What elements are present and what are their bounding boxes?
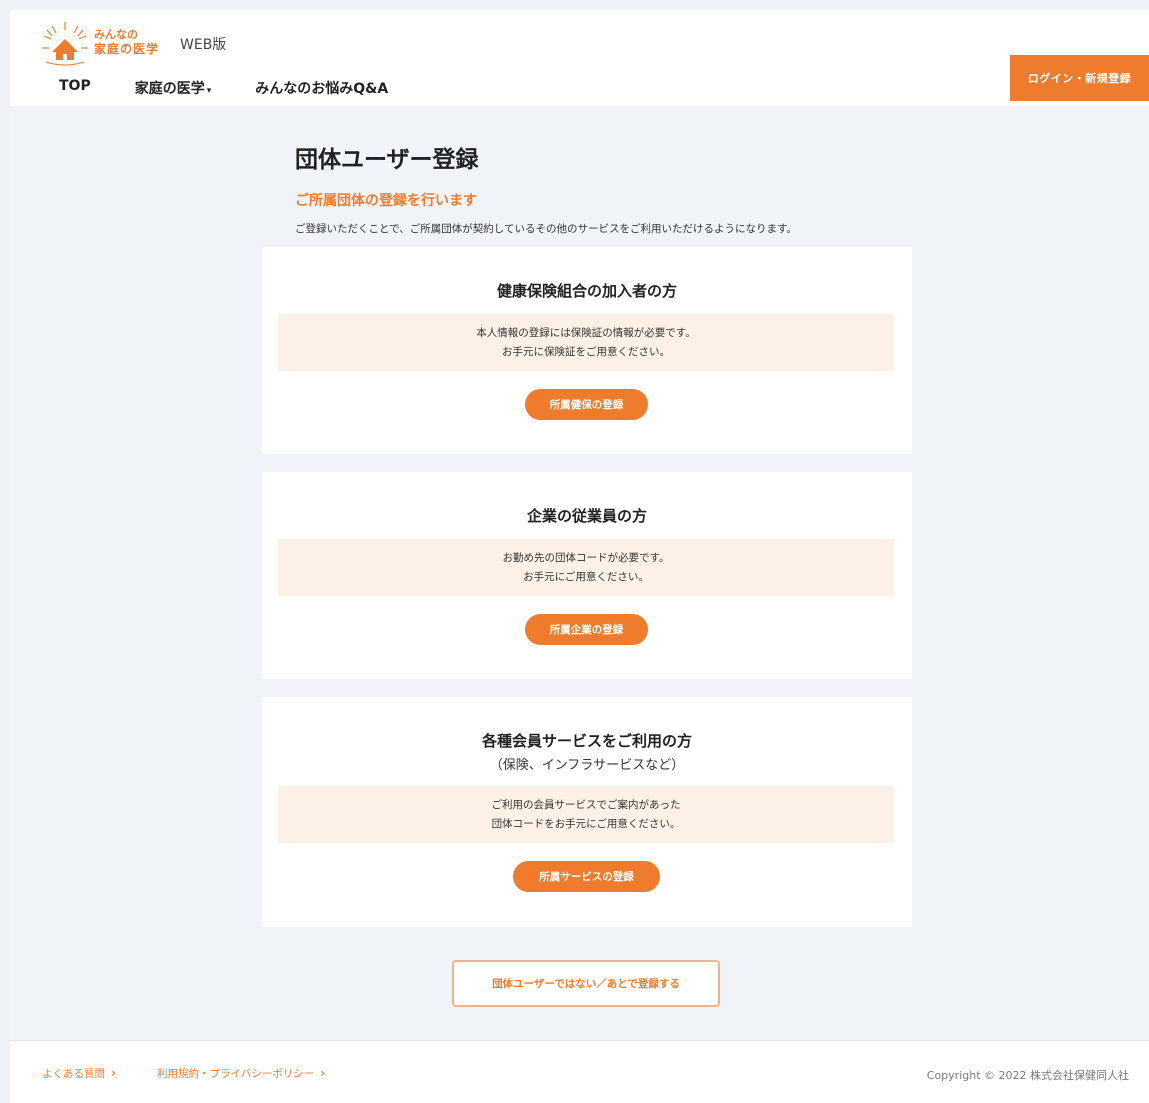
note-line: 本人情報の登録には保険証の情報が必要です。 <box>476 326 696 339</box>
faq-link[interactable]: よくある質問 › <box>42 1066 116 1081</box>
card-health-insurance: 健康保険組合の加入者の方 本人情報の登録には保険証の情報が必要です。 お手元に保… <box>262 247 912 454</box>
nav-item-label: 家庭の医学 <box>134 81 205 97</box>
main-nav: TOP 家庭の医学 ▾ みんなのお悩みQ&A <box>59 78 432 98</box>
note-line: お手元に保険証をご用意ください。 <box>502 345 670 358</box>
site-footer: よくある質問 › 利用規約・プライバシーポリシー › Copyright © 202… <box>10 1040 1149 1103</box>
register-health-insurance-button[interactable]: 所属健保の登録 <box>525 389 648 420</box>
terms-link-label: 利用規約・プライバシーポリシー <box>157 1068 315 1080</box>
dropdown-caret-icon: ▾ <box>206 86 212 96</box>
register-company-button[interactable]: 所属企業の登録 <box>525 614 648 645</box>
card-member-service: 各種会員サービスをご利用の方 （保険、インフラサービスなど） ご利用の会員サービ… <box>262 697 912 927</box>
register-service-button[interactable]: 所属サービスの登録 <box>513 861 660 892</box>
logo-line-1: みんなの <box>94 28 138 41</box>
card-title: 企業の従業員の方 <box>526 507 647 525</box>
card-company-employee: 企業の従業員の方 お勤め先の団体コードが必要です。 お手元にご用意ください。 所… <box>262 472 912 679</box>
card-subtitle: （保険、インフラサービスなど） <box>489 758 685 773</box>
nav-item-label: TOP <box>59 78 91 94</box>
logo-wordmark: みんなの 家庭の医学 <box>94 28 159 56</box>
terms-privacy-link[interactable]: 利用規約・プライバシーポリシー › <box>157 1066 325 1081</box>
nav-item-family-medicine[interactable]: 家庭の医学 ▾ <box>135 78 212 98</box>
nav-item-qa[interactable]: みんなのお悩みQ&A <box>255 78 388 98</box>
page: みんなの 家庭の医学 WEB版 TOP 家庭の医学 ▾ みんなのお悩みQ&A ログ… <box>10 10 1149 1103</box>
card-title: 健康保険組合の加入者の方 <box>496 282 677 300</box>
note-line: 団体コードをお手元にご用意ください。 <box>491 817 681 830</box>
copyright-text: Copyright © 2022 株式会社保健同人社 <box>926 1069 1129 1082</box>
register-later-button[interactable]: 団体ユーザーではない／あとで登録する <box>452 960 720 1007</box>
chevron-right-icon: › <box>320 1066 326 1080</box>
nav-item-label: みんなのお悩みQ&A <box>255 81 389 97</box>
site-header: みんなの 家庭の医学 WEB版 TOP 家庭の医学 ▾ みんなのお悩みQ&A ログ… <box>10 10 1149 106</box>
note-line: お手元にご用意ください。 <box>523 570 649 583</box>
chevron-right-icon: › <box>111 1066 116 1080</box>
note-line: お勤め先の団体コードが必要です。 <box>502 551 670 564</box>
lead-text: ご登録いただくことで、ご所属団体が契約しているその他のサービスをご利用いただける… <box>295 223 797 235</box>
page-title: 団体ユーザー登録 <box>295 147 479 173</box>
section-subtitle: ご所属団体の登録を行います <box>295 193 477 209</box>
card-note: お勤め先の団体コードが必要です。 お手元にご用意ください。 <box>278 539 894 596</box>
sun-house-logo-icon <box>42 22 88 66</box>
card-note: ご利用の会員サービスでご案内があった 団体コードをお手元にご用意ください。 <box>278 786 894 843</box>
site-logo[interactable]: みんなの 家庭の医学 <box>40 18 170 66</box>
note-line: ご利用の会員サービスでご案内があった <box>491 798 681 811</box>
logo-line-2: 家庭の医学 <box>94 42 160 56</box>
faq-link-label: よくある質問 <box>42 1068 105 1080</box>
card-title: 各種会員サービスをご利用の方 <box>481 732 692 750</box>
card-note: 本人情報の登録には保険証の情報が必要です。 お手元に保険証をご用意ください。 <box>278 314 894 371</box>
login-signup-button[interactable]: ログイン・新規登録 <box>1010 55 1149 101</box>
nav-item-top[interactable]: TOP <box>59 78 91 98</box>
web-version-label: WEB版 <box>180 37 227 53</box>
